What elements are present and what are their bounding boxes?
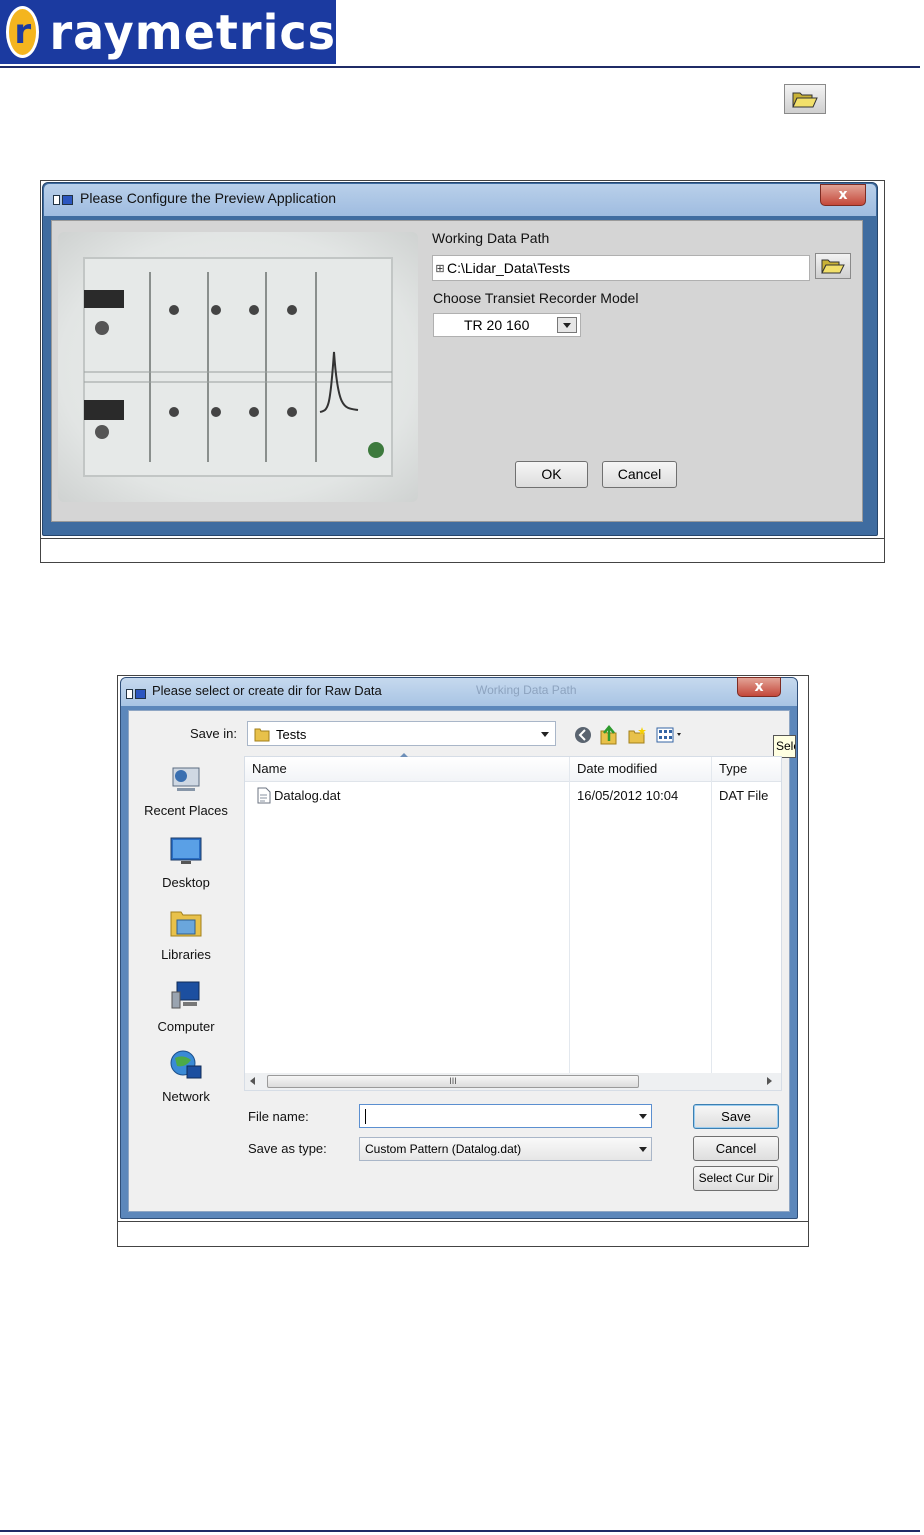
- save-button[interactable]: Save: [693, 1104, 779, 1129]
- header-divider: [0, 66, 920, 68]
- scrollbar-thumb[interactable]: III: [267, 1075, 639, 1088]
- chevron-down-icon[interactable]: [557, 317, 577, 333]
- place-libraries[interactable]: Libraries: [138, 906, 234, 962]
- file-name-input[interactable]: [359, 1104, 652, 1128]
- column-header-type[interactable]: Type: [719, 757, 747, 781]
- file-icon: [257, 787, 271, 804]
- desktop-icon: [170, 837, 202, 864]
- computer-icon: [171, 981, 200, 1009]
- column-header-name[interactable]: Name: [252, 757, 287, 781]
- place-label: Recent Places: [144, 803, 228, 818]
- configure-dialog-title: Please Configure the Preview Application: [80, 190, 337, 206]
- working-path-field[interactable]: ⊞ C:\Lidar_Data\Tests: [432, 255, 810, 281]
- up-folder-icon[interactable]: [600, 725, 618, 745]
- column-header-date[interactable]: Date modified: [577, 757, 657, 781]
- ok-button[interactable]: OK: [515, 461, 588, 488]
- recorder-model-label: Choose Transiet Recorder Model: [433, 290, 639, 306]
- place-desktop[interactable]: Desktop: [138, 834, 234, 890]
- recent-places-icon: [172, 767, 200, 791]
- back-icon[interactable]: [574, 726, 592, 744]
- working-path-label: Working Data Path: [432, 230, 550, 246]
- logo-text: raymetrics: [49, 3, 336, 61]
- place-network[interactable]: Network: [138, 1048, 234, 1104]
- browse-folder-button[interactable]: [815, 253, 851, 279]
- file-type: DAT File: [719, 788, 769, 803]
- logo-mark: r: [6, 6, 40, 58]
- file-name-label: File name:: [248, 1109, 309, 1124]
- app-icon: [126, 688, 146, 700]
- network-icon: [170, 1050, 202, 1079]
- file-row[interactable]: Datalog.dat 16/05/2012 10:04 DAT File: [246, 785, 780, 807]
- recorder-model-select[interactable]: TR 20 160: [433, 313, 581, 337]
- open-folder-button[interactable]: [784, 84, 826, 114]
- folder-open-icon: [792, 92, 818, 108]
- save-in-combo[interactable]: Tests: [247, 721, 556, 746]
- save-type-label: Save as type:: [248, 1141, 327, 1156]
- instrument-photo: [58, 232, 418, 502]
- place-label: Computer: [157, 1019, 215, 1034]
- place-label: Network: [162, 1089, 210, 1104]
- folder-open-icon: [821, 259, 845, 274]
- save-dialog-title: Please select or create dir for Raw Data: [152, 683, 382, 698]
- scroll-right-icon[interactable]: [767, 1077, 772, 1085]
- recorder-model-value: TR 20 160: [464, 317, 530, 333]
- folder-icon: [254, 728, 270, 742]
- footer-divider: [0, 1530, 920, 1532]
- save-in-label: Save in:: [190, 726, 237, 741]
- close-button[interactable]: x: [820, 184, 866, 206]
- place-recent-places[interactable]: Recent Places: [138, 762, 234, 818]
- text-caret: [365, 1109, 366, 1124]
- libraries-icon: [170, 911, 202, 937]
- place-label: Desktop: [162, 875, 210, 890]
- new-folder-icon[interactable]: [628, 726, 648, 744]
- sort-ascending-icon: [400, 753, 408, 757]
- file-list-header: [245, 757, 781, 782]
- app-icon: [53, 194, 73, 206]
- scroll-left-icon[interactable]: [250, 1077, 255, 1085]
- place-label: Libraries: [161, 947, 211, 962]
- raymetrics-logo: r raymetrics: [0, 0, 336, 64]
- working-path-value: C:\Lidar_Data\Tests: [447, 260, 570, 276]
- path-prefix-icon: ⊞: [435, 262, 445, 275]
- chevron-down-icon[interactable]: [639, 1114, 647, 1119]
- select-cur-dir-button[interactable]: Select Cur Dir: [693, 1166, 779, 1191]
- figure-caption-row: [40, 538, 885, 564]
- file-name: Datalog.dat: [274, 788, 341, 803]
- save-type-select[interactable]: Custom Pattern (Datalog.dat): [359, 1137, 652, 1161]
- file-date: 16/05/2012 10:04: [577, 788, 679, 803]
- tooltip: Sele: [773, 735, 796, 758]
- ghost-title: Working Data Path: [476, 683, 577, 697]
- figure-caption-row: [117, 1221, 809, 1248]
- cancel-button[interactable]: Cancel: [602, 461, 677, 488]
- cancel-button[interactable]: Cancel: [693, 1136, 779, 1161]
- instrument-photo-drawing: [83, 257, 393, 477]
- chevron-down-icon: [639, 1147, 647, 1152]
- save-type-value: Custom Pattern (Datalog.dat): [365, 1142, 522, 1156]
- save-in-value: Tests: [276, 727, 307, 742]
- place-computer[interactable]: Computer: [138, 978, 234, 1034]
- close-button[interactable]: x: [737, 677, 781, 697]
- view-menu-icon[interactable]: [656, 727, 686, 743]
- chevron-down-icon: [541, 732, 549, 737]
